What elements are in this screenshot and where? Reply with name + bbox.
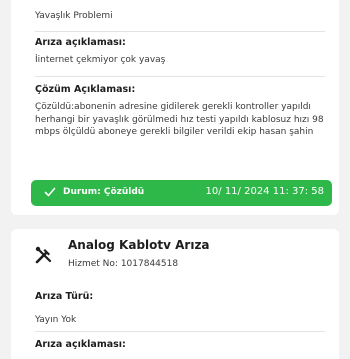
- solution-description-label: Çözüm Açıklaması:: [35, 84, 136, 95]
- status-timestamp: 10/ 11/ 2024 11: 37: 58: [205, 186, 324, 197]
- solution-description-value: Çözüldü:abonenin adresine gidilerek gere…: [35, 102, 324, 138]
- divider: [35, 31, 325, 32]
- fault-description-label: Arıza açıklaması:: [35, 339, 126, 350]
- fault-title-value: Yavaşlık Problemi: [35, 11, 113, 21]
- divider: [35, 331, 325, 332]
- service-number: Hizmet No: 1017844518: [68, 259, 179, 269]
- check-icon: [44, 187, 56, 197]
- fault-type-value: Yayın Yok: [35, 315, 77, 325]
- status-bar[interactable]: Durum: Çözüldü 10/ 11/ 2024 11: 37: 58: [31, 180, 332, 206]
- service-title: Analog Kablotv Arıza: [68, 238, 210, 252]
- fault-description-value: İinternet çekmiyor çok yavaş: [35, 55, 166, 65]
- divider: [35, 76, 325, 77]
- tools-icon: [35, 246, 52, 264]
- fault-description-label: Arıza açıklaması:: [35, 37, 126, 48]
- status-label: Durum: Çözüldü: [63, 187, 145, 197]
- fault-type-label: Arıza Türü:: [35, 291, 94, 302]
